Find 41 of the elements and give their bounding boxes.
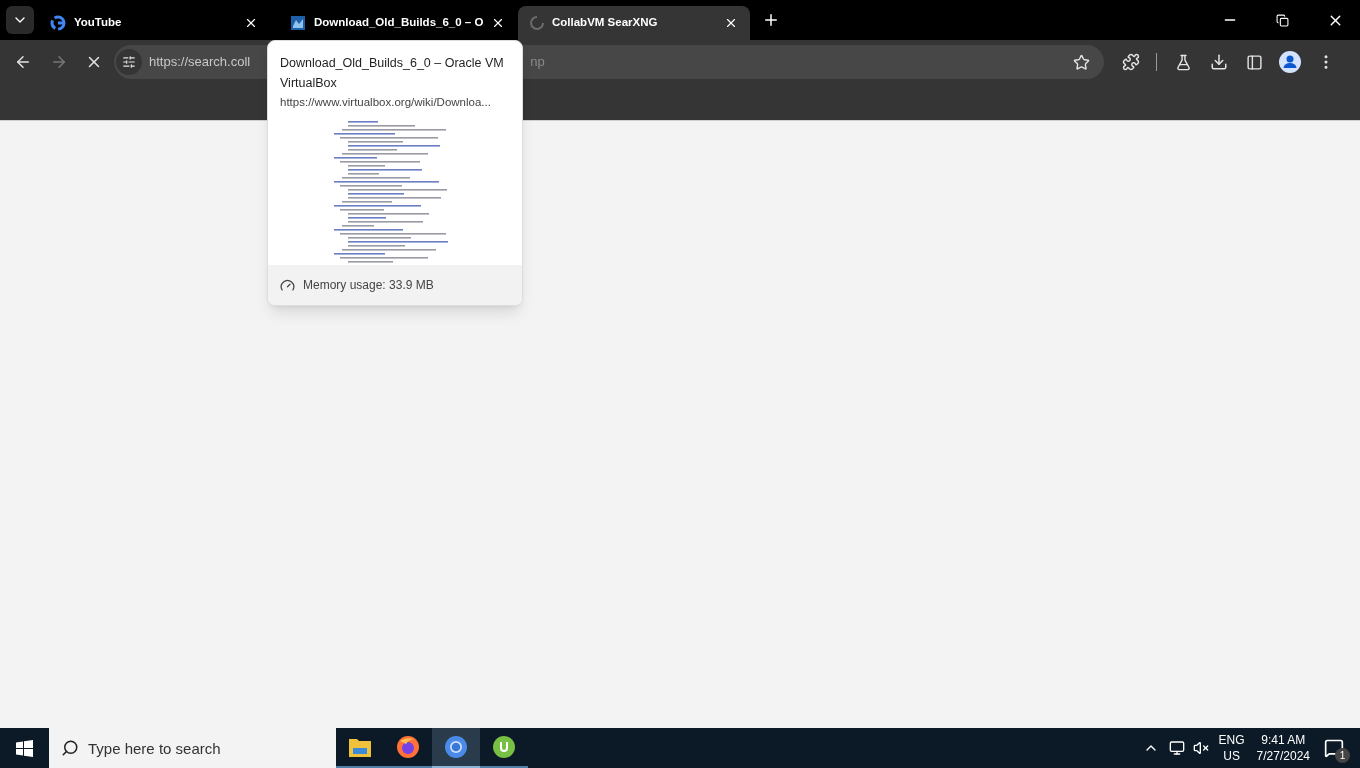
- network-icon[interactable]: [1168, 740, 1185, 756]
- tab-title: Download_Old_Builds_6_0 – O: [314, 15, 484, 31]
- bookmark-star-icon[interactable]: [1073, 53, 1090, 71]
- download-icon[interactable]: [1210, 53, 1228, 71]
- taskbar-search-field[interactable]: Type here to search: [49, 728, 336, 768]
- folder-icon: [348, 736, 372, 758]
- restore-icon[interactable]: [1276, 13, 1289, 27]
- url-text: np: [530, 53, 545, 72]
- tab-title: CollabVM SearXNG: [552, 15, 659, 31]
- windows-start-icon[interactable]: [16, 739, 33, 757]
- virtualbox-icon: [290, 15, 306, 31]
- site-info-icon[interactable]: [116, 49, 142, 75]
- clock[interactable]: 9:41 AM 7/27/2024: [1256, 732, 1310, 764]
- chromium-icon: [444, 735, 468, 759]
- side-panel-icon[interactable]: [1246, 53, 1263, 71]
- back-icon[interactable]: [14, 53, 32, 71]
- extensions-icon[interactable]: [1122, 53, 1140, 71]
- memory-usage-text: Memory usage: 33.9 MB: [303, 277, 434, 294]
- browser-tab[interactable]: Download_Old_Builds_6_0 – O: [278, 6, 510, 40]
- tab-title: YouTube: [74, 15, 123, 31]
- hover-card-url: https://www.virtualbox.org/wiki/Downloa...: [280, 95, 492, 110]
- flask-icon[interactable]: [1175, 53, 1192, 71]
- firefox-icon: [396, 735, 420, 759]
- gauge-icon: [280, 277, 295, 293]
- language-indicator[interactable]: ENG US: [1218, 732, 1245, 764]
- browser-tab[interactable]: YouTube: [38, 6, 270, 40]
- taskbar-app-button[interactable]: [432, 728, 480, 768]
- notification-count: 1: [1335, 748, 1350, 763]
- browser-tab[interactable]: CollabVM SearXNG: [518, 6, 750, 40]
- url-text: https://search.coll: [149, 53, 251, 72]
- close-icon[interactable]: [244, 16, 258, 30]
- search-icon: [61, 739, 79, 757]
- loading-spinner-icon: [530, 16, 544, 30]
- volume-muted-icon[interactable]: [1192, 740, 1209, 756]
- tab-search-button[interactable]: [6, 6, 34, 34]
- utorrent-icon: [492, 735, 516, 759]
- new-tab-icon[interactable]: [762, 11, 780, 29]
- close-icon[interactable]: [724, 16, 738, 30]
- profile-avatar-icon[interactable]: [1279, 51, 1301, 73]
- google-logo-icon: [50, 15, 66, 31]
- forward-icon[interactable]: [50, 53, 68, 71]
